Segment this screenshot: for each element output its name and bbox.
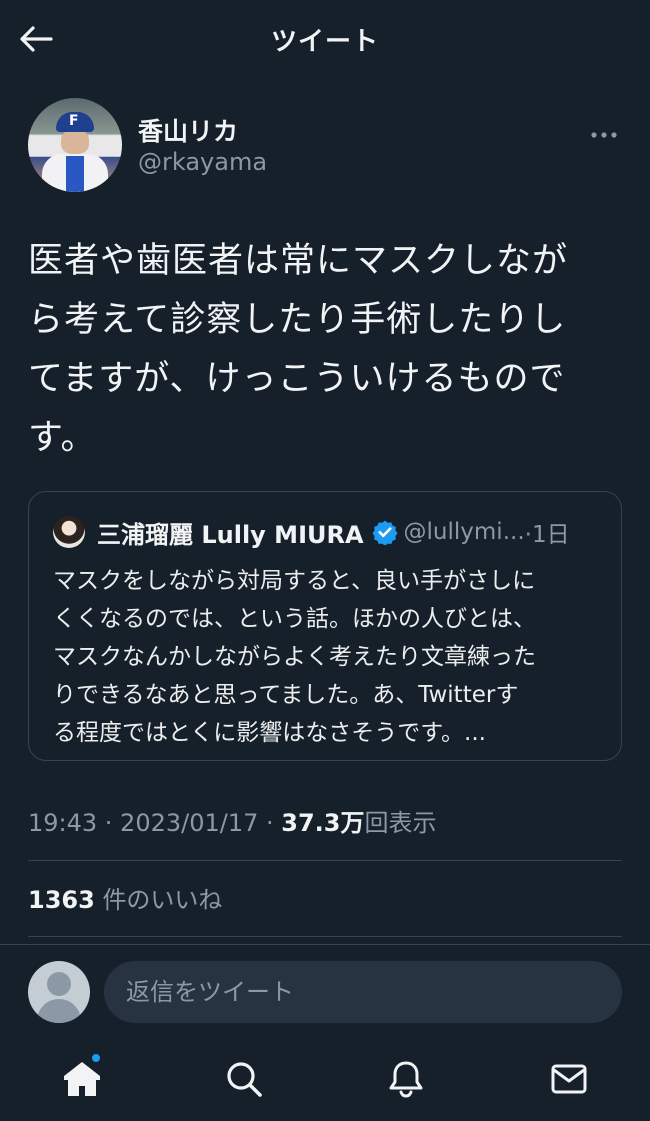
quoted-line: りできるなあと思ってました。あ、Twitterす [53, 682, 519, 708]
notification-dot [90, 1052, 102, 1064]
tweet-line: ら考えて診察したり手術したりし [28, 300, 567, 340]
page-title: ツイート [270, 26, 379, 57]
tab-messages[interactable] [544, 1056, 594, 1102]
divider [28, 936, 622, 937]
top-bar: ツイート [0, 0, 650, 78]
like-label: 件のいいね [102, 886, 223, 914]
quoted-author-name: 三浦瑠麗 Lully MIURA [97, 520, 364, 549]
likes-summary[interactable]: 1363 件のいいね [28, 880, 222, 915]
home-icon [64, 1062, 100, 1096]
quoted-line: くくなるのでは、という話。ほかの人びとは、 [53, 606, 536, 632]
bottom-tab-bar [0, 1042, 650, 1121]
tweet-text: 医者や歯医者は常にマスクしなが ら考えて診察したり手術したりし てますが、けっこ… [28, 232, 618, 468]
quoted-tweet-header: 三浦瑠麗 Lully MIURA @lullymi... ·1日 [53, 514, 570, 550]
quoted-tweet-time: ·1日 [524, 522, 570, 548]
tab-search[interactable] [219, 1056, 269, 1102]
reply-input[interactable] [104, 961, 622, 1023]
divider [28, 860, 622, 861]
quoted-line: マスクなんかしながらよく考えたり文章練った [53, 644, 536, 670]
tweet-line: 医者や歯医者は常にマスクしなが [28, 241, 569, 281]
tweet-author: 香山リカ @rkayama [28, 98, 622, 194]
tab-home[interactable] [57, 1056, 107, 1102]
more-horizontal-icon [591, 132, 617, 138]
mail-icon [551, 1064, 587, 1094]
tweet-timestamp: 19:43 · 2023/01/17 · [28, 809, 282, 837]
verified-badge-icon [371, 520, 398, 545]
user-avatar[interactable] [28, 961, 90, 1023]
author-handle[interactable]: @rkayama [138, 148, 267, 176]
author-name[interactable]: 香山リカ [138, 112, 238, 148]
view-count-label: 回表示 [364, 809, 437, 837]
tweet-meta: 19:43 · 2023/01/17 · 37.3万回表示 [28, 803, 436, 838]
quoted-tweet[interactable]: 三浦瑠麗 Lully MIURA @lullymi... ·1日 マスクをしなが… [28, 491, 622, 761]
quoted-author-handle: @lullymi... [403, 519, 525, 545]
search-icon [227, 1062, 262, 1097]
divider [0, 944, 650, 945]
quoted-line: る程度ではとくに影響はなさそうです。... [53, 720, 486, 746]
tab-notifications[interactable] [381, 1056, 431, 1102]
back-button[interactable] [16, 19, 56, 59]
bell-icon [389, 1061, 423, 1098]
quoted-line: マスクをしながら対局すると、良い手がさしに [53, 568, 536, 594]
tweet-line: てますが、けっこういけるもので [28, 359, 566, 399]
like-count: 1363 [28, 886, 95, 914]
quoted-author-avatar [53, 516, 85, 548]
quoted-tweet-text: マスクをしながら対局すると、良い手がさしに くくなるのでは、という話。ほかの人び… [53, 562, 613, 752]
author-avatar[interactable] [28, 98, 122, 192]
view-count: 37.3万 [281, 809, 365, 837]
more-options-button[interactable] [590, 120, 618, 145]
tweet-line: す。 [28, 418, 97, 458]
arrow-left-icon [20, 26, 53, 52]
